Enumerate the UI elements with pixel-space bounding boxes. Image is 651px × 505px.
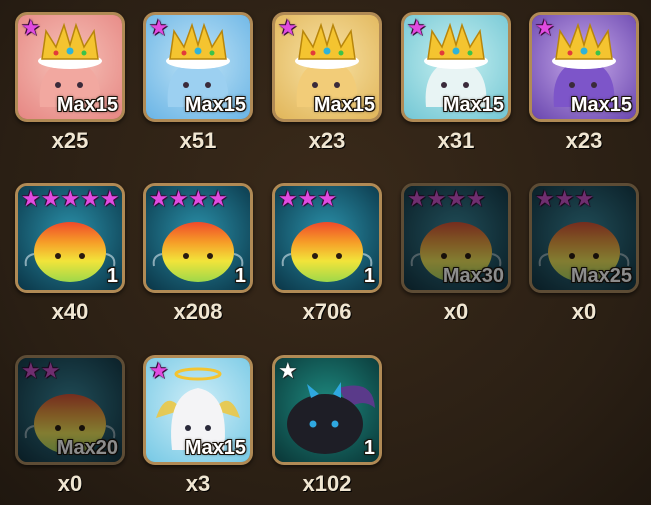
level-label: Max30: [442, 265, 504, 287]
star-rating: ★: [21, 17, 41, 39]
star-rating: ★: [407, 17, 427, 39]
star-icon: ★: [99, 186, 120, 211]
level-label: Max15: [184, 94, 246, 116]
monster-tile[interactable]: ★ Max15: [401, 12, 511, 122]
monster-cell[interactable]: ★ ★ Max20 x0: [15, 355, 125, 497]
quantity-label: x0: [571, 299, 597, 324]
star-icon: ★: [21, 358, 41, 383]
level-label: Max15: [442, 94, 504, 116]
star-rating: ★ ★ ★ ★: [149, 188, 228, 210]
level-label: Max25: [570, 265, 632, 287]
monster-tile[interactable]: ★ Max15: [529, 12, 639, 122]
monster-cell[interactable]: ★ Max15 x51: [143, 12, 253, 154]
level-label: Max15: [56, 94, 118, 116]
star-rating: ★: [278, 360, 298, 382]
star-icon: ★: [407, 15, 427, 40]
star-icon: ★: [80, 186, 100, 211]
monster-inventory-grid: ★ Max15 x25 ★ Max15 x51 ★ Max15 x23 ★ Max15 x31 …: [0, 0, 651, 505]
monster-cell[interactable]: ★ ★ ★ ★ Max30 x0: [401, 183, 511, 325]
star-icon: ★: [446, 186, 467, 211]
star-rating: ★ ★ ★ ★ ★: [21, 188, 120, 210]
level-label: Max15: [184, 437, 246, 459]
star-icon: ★: [149, 358, 169, 383]
quantity-label: x40: [51, 299, 89, 324]
level-label: 1: [363, 265, 375, 287]
star-rating: ★ ★ ★: [535, 188, 594, 210]
quantity-label: x706: [302, 299, 352, 324]
quantity-label: x102: [302, 471, 352, 496]
star-icon: ★: [278, 358, 298, 383]
star-icon: ★: [60, 186, 81, 211]
star-icon: ★: [554, 186, 575, 211]
star-icon: ★: [21, 186, 41, 211]
monster-tile[interactable]: ★ ★ ★ 1: [272, 183, 382, 293]
monster-tile[interactable]: ★ ★ Max20: [15, 355, 125, 465]
quantity-label: x0: [57, 471, 83, 496]
quantity-label: x23: [565, 128, 603, 153]
star-icon: ★: [21, 15, 41, 40]
monster-cell[interactable]: ★ ★ ★ ★ ★ 1 x40: [15, 183, 125, 325]
star-rating: ★: [149, 17, 169, 39]
star-icon: ★: [149, 15, 169, 40]
monster-cell[interactable]: ★ ★ ★ ★ 1 x208: [143, 183, 253, 325]
monster-tile[interactable]: ★ ★ ★ ★ Max30: [401, 183, 511, 293]
monster-tile[interactable]: ★ Max15: [272, 12, 382, 122]
star-rating: ★: [149, 360, 169, 382]
star-rating: ★ ★: [21, 360, 60, 382]
star-rating: ★ ★ ★: [278, 188, 337, 210]
quantity-label: x31: [437, 128, 475, 153]
monster-cell[interactable]: ★ Max15 x23: [529, 12, 639, 154]
monster-tile[interactable]: ★ Max15: [143, 12, 253, 122]
monster-cell[interactable]: ★ ★ ★ 1 x706: [272, 183, 382, 325]
star-icon: ★: [278, 186, 298, 211]
star-icon: ★: [40, 186, 61, 211]
star-icon: ★: [188, 186, 209, 211]
monster-cell[interactable]: ★ Max15 x23: [272, 12, 382, 154]
star-icon: ★: [208, 186, 228, 211]
level-label: Max15: [313, 94, 375, 116]
monster-cell[interactable]: ★ Max15 x31: [401, 12, 511, 154]
quantity-label: x23: [308, 128, 346, 153]
level-label: 1: [363, 437, 375, 459]
monster-cell[interactable]: ★ 1 x102: [272, 355, 382, 497]
quantity-label: x0: [443, 299, 469, 324]
star-icon: ★: [149, 186, 169, 211]
star-icon: ★: [278, 15, 298, 40]
monster-cell[interactable]: ★ ★ ★ Max25 x0: [529, 183, 639, 325]
level-label: 1: [234, 265, 246, 287]
star-icon: ★: [40, 358, 61, 383]
quantity-label: x51: [179, 128, 217, 153]
quantity-label: x208: [173, 299, 223, 324]
star-icon: ★: [466, 186, 486, 211]
star-icon: ★: [317, 186, 338, 211]
level-label: 1: [106, 265, 118, 287]
monster-tile[interactable]: ★ ★ ★ ★ 1: [143, 183, 253, 293]
star-icon: ★: [168, 186, 189, 211]
star-icon: ★: [426, 186, 447, 211]
monster-cell[interactable]: ★ Max15 x25: [15, 12, 125, 154]
monster-tile[interactable]: ★ Max15: [143, 355, 253, 465]
monster-tile[interactable]: ★ ★ ★ ★ ★ 1: [15, 183, 125, 293]
star-icon: ★: [535, 15, 555, 40]
star-rating: ★: [535, 17, 555, 39]
quantity-label: x25: [51, 128, 89, 153]
star-icon: ★: [574, 186, 595, 211]
monster-cell[interactable]: ★ Max15 x3: [143, 355, 253, 497]
star-rating: ★ ★ ★ ★: [407, 188, 486, 210]
level-label: Max20: [56, 437, 118, 459]
star-icon: ★: [297, 186, 318, 211]
quantity-label: x3: [185, 471, 211, 496]
monster-tile[interactable]: ★ ★ ★ Max25: [529, 183, 639, 293]
star-icon: ★: [407, 186, 427, 211]
monster-tile[interactable]: ★ Max15: [15, 12, 125, 122]
star-icon: ★: [535, 186, 555, 211]
level-label: Max15: [570, 94, 632, 116]
star-rating: ★: [278, 17, 298, 39]
monster-tile[interactable]: ★ 1: [272, 355, 382, 465]
